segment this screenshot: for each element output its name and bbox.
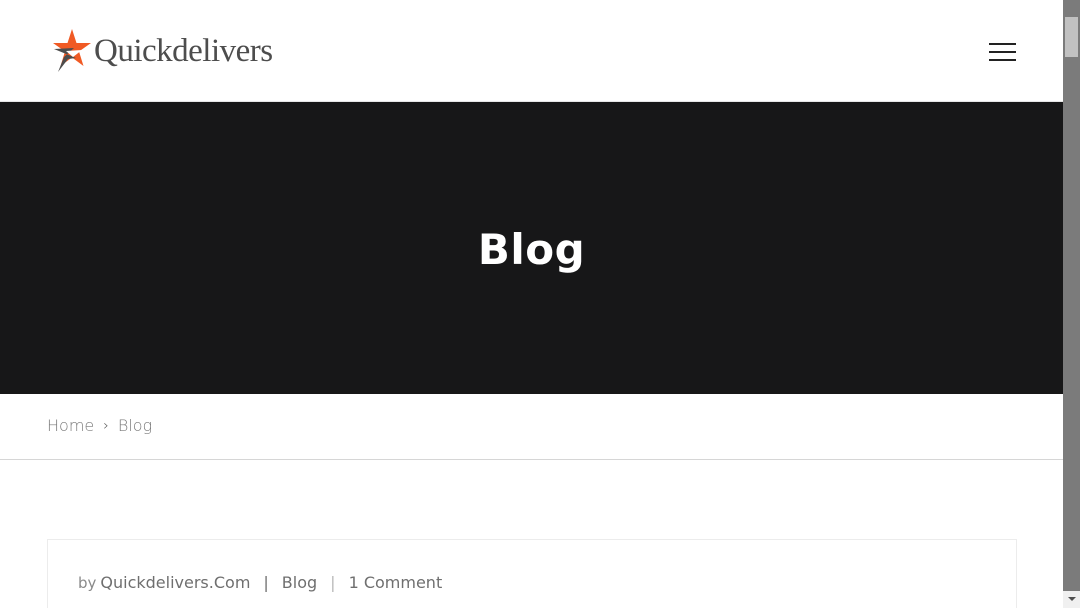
menu-bar (989, 43, 1016, 45)
brand-name: Quickdelivers (94, 33, 273, 69)
hamburger-menu-icon[interactable] (987, 40, 1017, 64)
vertical-scrollbar[interactable] (1063, 0, 1080, 608)
breadcrumb: Home › Blog (47, 416, 152, 435)
site-logo-link[interactable]: Quickdelivers (52, 27, 273, 75)
site-header: Quickdelivers (0, 0, 1063, 102)
page-title: Blog (477, 224, 586, 274)
scroll-down-arrow-icon[interactable] (1063, 591, 1080, 608)
post-card: by Quickdelivers.Com | Blog | 1 Comment (47, 539, 1017, 608)
breadcrumb-separator: › (103, 417, 109, 434)
post-meta: by Quickdelivers.Com | Blog | 1 Comment (78, 573, 442, 592)
page: Quickdelivers Blog Home › Blog by Quickd… (0, 0, 1063, 608)
post-comments-link[interactable]: 1 Comment (349, 573, 443, 592)
menu-bar (989, 59, 1016, 61)
breadcrumb-home-link[interactable]: Home (47, 416, 94, 435)
post-author-link[interactable]: Quickdelivers.Com (100, 573, 250, 592)
menu-bar (989, 51, 1016, 53)
post-category-link[interactable]: Blog (282, 573, 317, 592)
star-logo-icon (53, 29, 91, 72)
scrollbar-track[interactable] (1063, 0, 1080, 608)
scrollbar-thumb[interactable] (1065, 17, 1078, 57)
breadcrumb-current: Blog (117, 416, 153, 435)
page-hero: Blog (0, 102, 1063, 394)
meta-divider: | (330, 573, 336, 592)
post-meta-by: by (78, 573, 97, 592)
meta-divider: | (263, 573, 269, 592)
breadcrumb-bar: Home › Blog (0, 394, 1063, 460)
